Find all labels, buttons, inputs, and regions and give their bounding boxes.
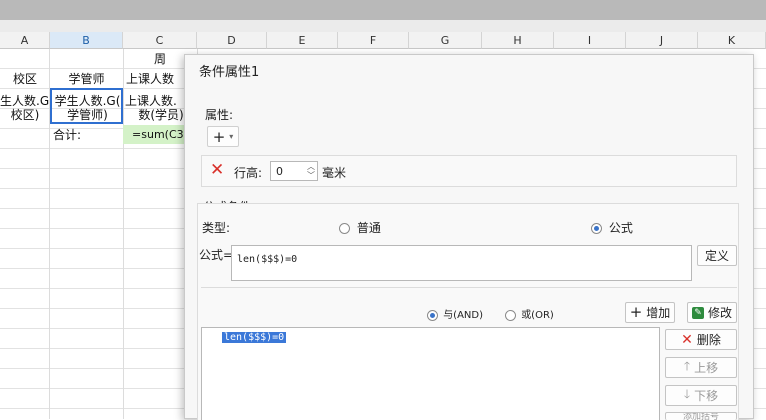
divider	[201, 287, 737, 288]
formula-label: 公式=	[199, 248, 234, 262]
define-button[interactable]: 定义	[697, 245, 737, 266]
dialog-title: 条件属性1	[199, 65, 260, 80]
condition-list[interactable]: len($$$)=0	[201, 327, 660, 420]
move-down-button[interactable]: 🡓 下移	[665, 385, 737, 406]
add-condition-button[interactable]: + 增加	[625, 302, 675, 323]
cell-campus-header[interactable]: 校区	[0, 70, 50, 88]
radio-normal-circle[interactable]	[339, 223, 350, 234]
modify-condition-label: 修改	[707, 306, 732, 320]
add-symbol: +	[212, 127, 226, 146]
type-label: 类型:	[202, 221, 231, 235]
modify-condition-button[interactable]: ✎ 修改	[687, 302, 737, 323]
arrow-up-icon: 🡑	[683, 359, 691, 373]
edit-icon: ✎	[691, 306, 704, 319]
attributes-label: 属性:	[205, 108, 234, 122]
radio-normal[interactable]: 普通	[339, 219, 381, 236]
column-header-j[interactable]: J	[626, 32, 698, 49]
delete-attribute-icon[interactable]: ✕	[210, 161, 224, 180]
condition-list-item[interactable]: len($$$)=0	[222, 332, 287, 343]
cell-advisor-header[interactable]: 学管师	[50, 70, 123, 88]
define-button-label: 定义	[704, 249, 729, 263]
add-attribute-button[interactable]: + ▾	[207, 126, 239, 147]
radio-formula-circle[interactable]	[591, 223, 602, 234]
column-header-e[interactable]: E	[267, 32, 338, 49]
formula-input-value: len($$$)=0	[237, 254, 298, 265]
column-header-g[interactable]: G	[409, 32, 482, 49]
grid-line	[123, 49, 124, 419]
add-condition-label: 增加	[646, 306, 671, 320]
radio-or-label: 或(OR)	[521, 310, 554, 321]
column-header-b[interactable]: B	[50, 32, 123, 49]
move-up-label: 上移	[694, 361, 719, 375]
row-height-value: 0	[276, 165, 283, 178]
column-header-k[interactable]: K	[698, 32, 766, 49]
formula-input[interactable]: len($$$)=0	[231, 245, 692, 281]
radio-formula[interactable]: 公式	[591, 219, 633, 236]
delete-condition-label: 删除	[696, 333, 721, 347]
arrow-down-icon: 🡓	[683, 387, 691, 401]
delete-condition-button[interactable]: ✕ 删除	[665, 329, 737, 350]
chevron-down-icon: ▾	[229, 132, 234, 141]
delete-icon: ✕	[681, 331, 693, 348]
move-down-label: 下移	[694, 389, 719, 403]
radio-or-circle[interactable]	[505, 309, 516, 321]
column-header-i[interactable]: I	[554, 32, 626, 49]
column-header-h[interactable]: H	[482, 32, 554, 49]
cell-student-count-2: 学管师)	[67, 108, 108, 122]
row-height-panel: ✕ 行高: 0 ︿ ﹀ 毫米	[201, 155, 737, 187]
move-up-button[interactable]: 🡑 上移	[665, 357, 737, 378]
plus-icon: +	[629, 303, 643, 321]
cell-total-label[interactable]: 合计:	[53, 126, 123, 144]
condition-attribute-dialog: 条件属性1 属性: + ▾ ✕ 行高: 0 ︿ ﹀ 毫米 公式条件 类型: 普通…	[184, 54, 754, 420]
radio-and-label: 与(AND)	[443, 310, 484, 321]
row-height-input[interactable]: 0 ︿ ﹀	[270, 161, 318, 181]
column-header-c[interactable]: C	[123, 32, 197, 49]
column-header-a[interactable]: A	[0, 32, 50, 49]
window-titlebar	[0, 0, 766, 20]
unit-label: 毫米	[322, 166, 347, 180]
radio-normal-label: 普通	[356, 221, 381, 235]
spinner-down-icon[interactable]: ﹀	[307, 170, 315, 181]
cell-campus-value-2: 校区)	[10, 108, 40, 122]
radio-or[interactable]: 或(OR)	[505, 306, 554, 321]
column-header-f[interactable]: F	[338, 32, 409, 49]
radio-and[interactable]: 与(AND)	[427, 306, 483, 321]
radio-and-circle[interactable]	[427, 309, 438, 321]
column-header-d[interactable]: D	[197, 32, 267, 49]
radio-formula-label: 公式	[608, 221, 633, 235]
row-height-label: 行高:	[234, 166, 263, 180]
